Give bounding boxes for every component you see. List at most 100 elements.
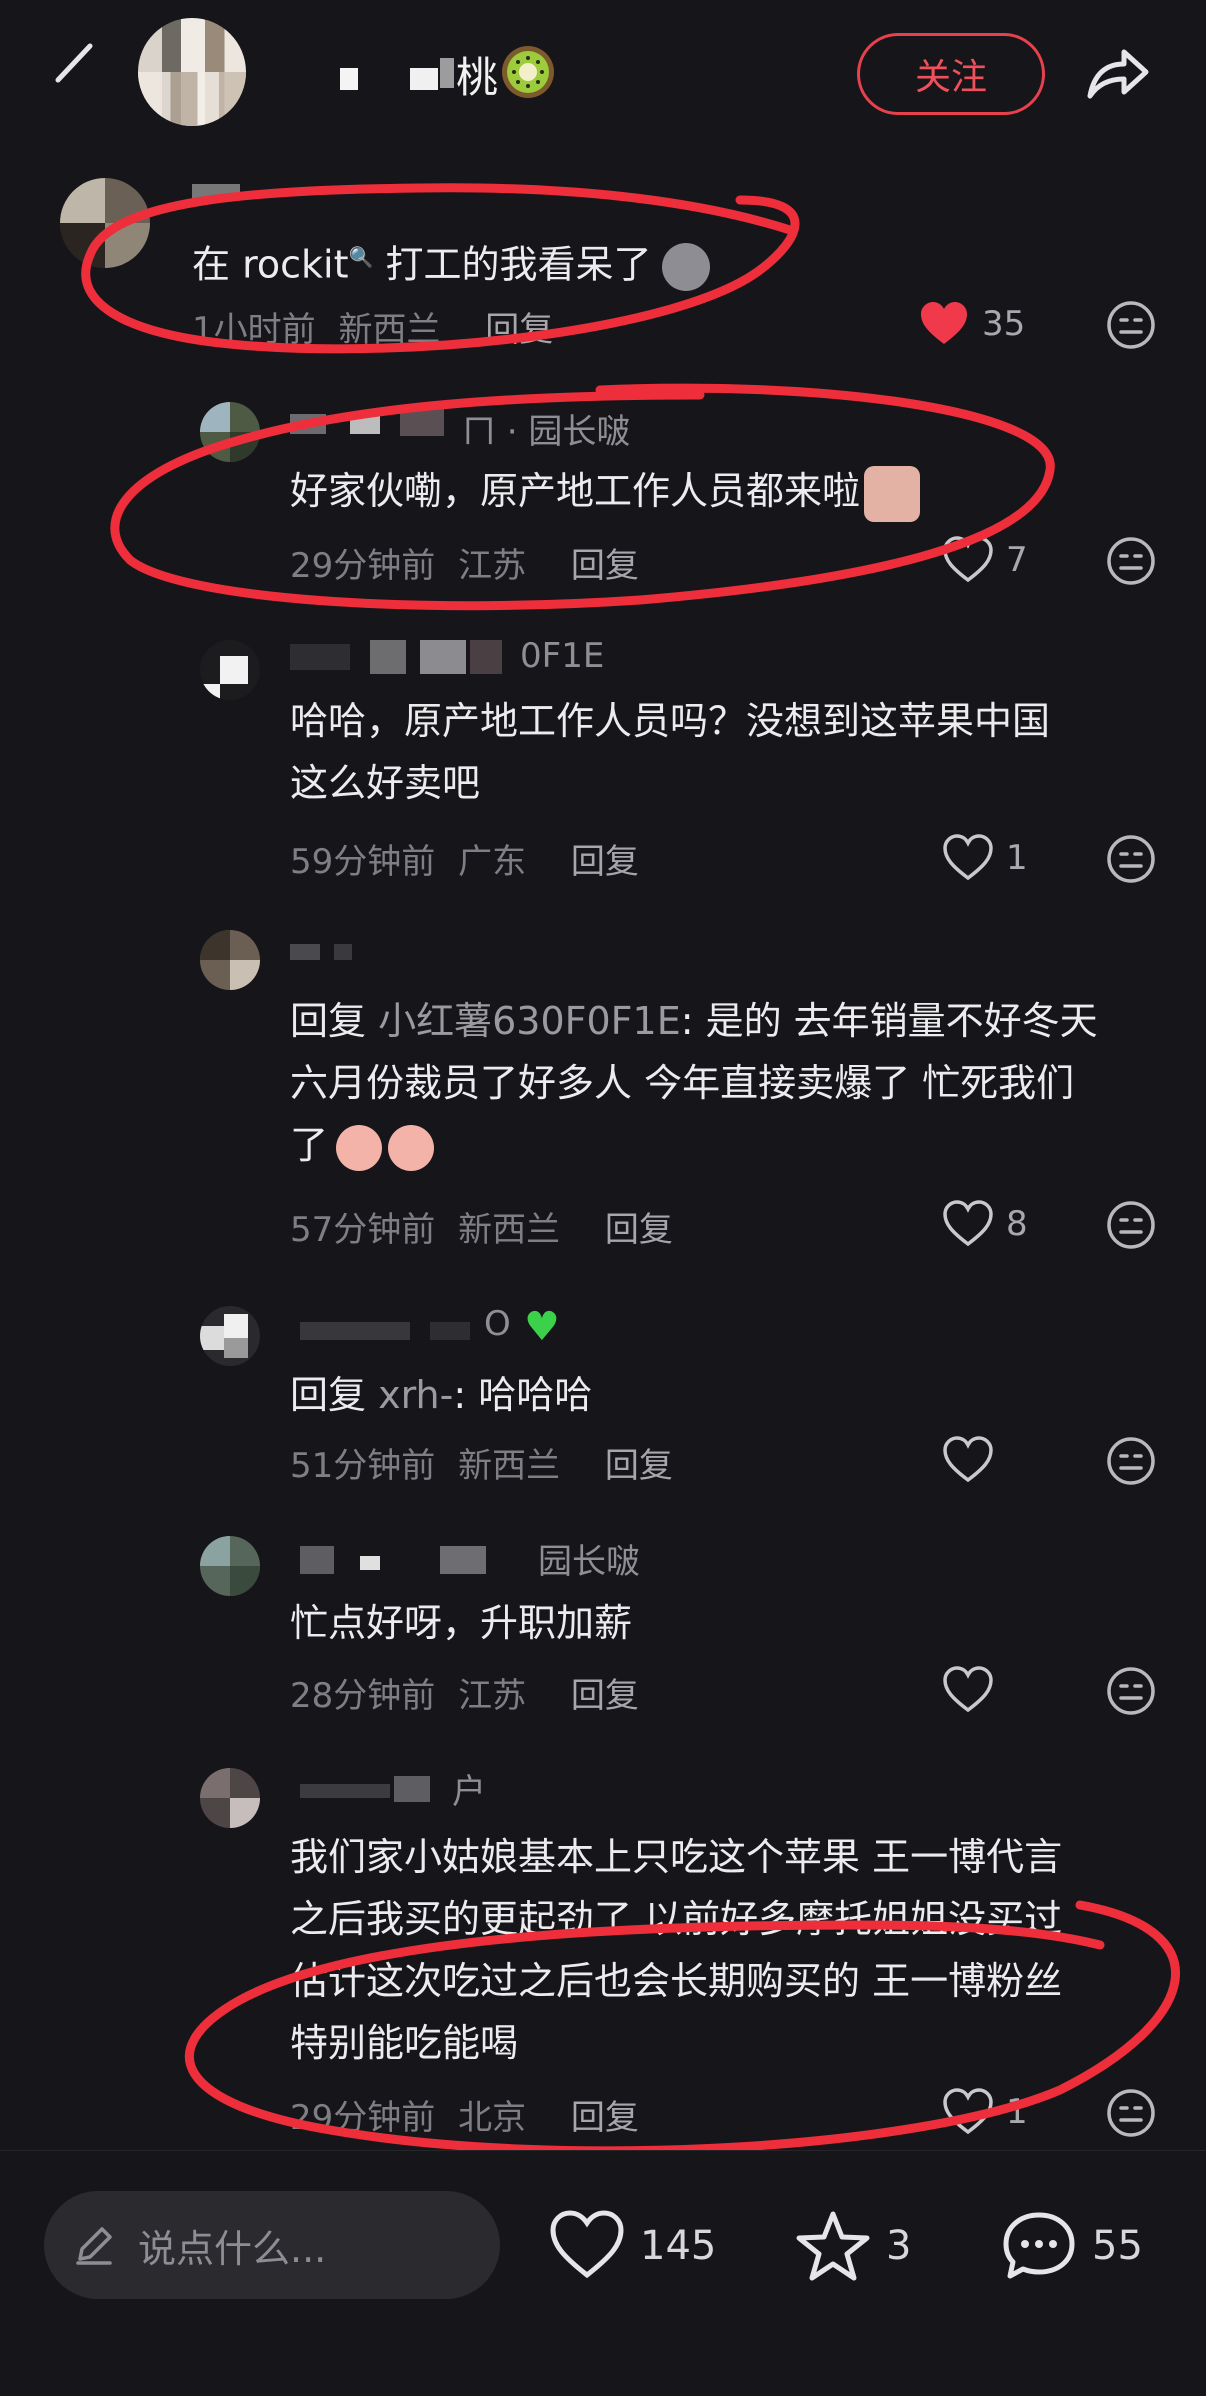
commenter-name[interactable]: O xyxy=(484,1304,511,1344)
comment-input-placeholder: 说点什么... xyxy=(138,2226,327,2271)
commenter-name-pixelated xyxy=(290,936,370,966)
commenter-name-pixelated xyxy=(290,640,520,674)
commenter-avatar[interactable] xyxy=(200,1768,260,1828)
back-arrow-icon[interactable] xyxy=(50,40,96,86)
commenter-name[interactable]: 园长啵 xyxy=(538,1534,640,1583)
commenter-avatar[interactable] xyxy=(200,640,260,700)
commenter-avatar[interactable] xyxy=(60,178,150,268)
commenter-name-pixelated xyxy=(290,408,460,438)
reply-button[interactable]: 回复 xyxy=(605,1210,673,1250)
commenter-avatar[interactable] xyxy=(200,402,260,462)
emoji-reaction-icon[interactable] xyxy=(1106,1666,1156,1716)
comment-input[interactable]: 说点什么... xyxy=(44,2191,500,2299)
like-total-button[interactable]: 145 xyxy=(548,2209,716,2283)
comment-meta: 1小时前 新西兰 回复 xyxy=(192,302,553,351)
reply-button[interactable]: 回复 xyxy=(571,546,639,586)
sticker-icon xyxy=(864,465,921,522)
emoji-reaction-icon[interactable] xyxy=(1106,1200,1156,1250)
reply-button[interactable]: 回复 xyxy=(571,2098,639,2138)
like-count: 1 xyxy=(1006,838,1028,878)
comment-text: 哈哈，原产地工作人员吗？没想到这苹果中国 这么好卖吧 xyxy=(290,699,1051,805)
sticker-icon xyxy=(661,243,710,292)
heart-icon xyxy=(943,1436,993,1483)
reply-target-user[interactable]: 小红薯630F0F1E xyxy=(378,999,681,1043)
comment-meta: 57分钟前 新西兰 回复 xyxy=(290,1202,673,1251)
crying-emoji-icon xyxy=(388,1124,435,1171)
reply-button[interactable]: 回复 xyxy=(571,842,639,882)
like-button[interactable]: 8 xyxy=(942,1200,1028,1248)
comment-meta: 29分钟前 北京 回复 xyxy=(290,2090,639,2139)
crying-emoji-icon xyxy=(336,1124,383,1171)
comment-item: 在 rockit🔍 打工的我看呆了 1小时前 新西兰 回复 35 xyxy=(0,170,1206,370)
comment-time: 51分钟前 xyxy=(290,1446,436,1486)
commenter-name[interactable]: 0F1E xyxy=(520,636,604,676)
comments-button[interactable]: 55 xyxy=(1000,2209,1143,2283)
comment-reply-item: 0F1E 哈哈，原产地工作人员吗？没想到这苹果中国 这么好卖吧 59分钟前 广东… xyxy=(0,620,1206,910)
comment-location: 江苏 xyxy=(458,1676,527,1716)
commenter-name[interactable]: 户 xyxy=(452,1764,486,1813)
like-button[interactable] xyxy=(942,1666,1006,1714)
comment-location: 新西兰 xyxy=(458,1446,561,1486)
commenter-avatar[interactable] xyxy=(200,1536,260,1596)
emoji-reaction-icon[interactable] xyxy=(1106,2088,1156,2138)
pen-icon xyxy=(76,2227,112,2265)
star-icon xyxy=(796,2211,870,2281)
heart-icon xyxy=(943,1200,993,1247)
share-icon[interactable] xyxy=(1084,44,1150,104)
comment-time: 1小时前 xyxy=(192,310,316,350)
author-avatar[interactable] xyxy=(138,18,246,126)
comment-text: 忙点好呀，升职加薪 xyxy=(290,1601,633,1645)
like-button[interactable] xyxy=(942,1436,1006,1484)
comment-meta: 28分钟前 江苏 回复 xyxy=(290,1668,639,1717)
comment-meta: 51分钟前 新西兰 回复 xyxy=(290,1438,673,1487)
top-bar: 桃 关注 xyxy=(0,0,1206,150)
comment-location: 新西兰 xyxy=(458,1210,561,1250)
author-name[interactable]: 桃 xyxy=(456,44,498,105)
comment-total-count: 55 xyxy=(1092,2223,1143,2269)
comment-meta: 29分钟前 江苏 回复 xyxy=(290,538,639,587)
like-count: 7 xyxy=(1006,540,1028,580)
emoji-reaction-icon[interactable] xyxy=(1106,834,1156,884)
commenter-name-pixelated xyxy=(192,180,252,210)
like-button[interactable]: 1 xyxy=(942,2088,1028,2136)
like-button[interactable]: 7 xyxy=(942,536,1028,584)
comment-reply-item: 户 我们家小姑娘基本上只吃这个苹果 王一博代言 之后我买的更起劲了 以前好多摩托… xyxy=(0,1750,1206,2138)
comment-time: 28分钟前 xyxy=(290,1676,436,1716)
reply-button[interactable]: 回复 xyxy=(605,1446,673,1486)
commenter-avatar[interactable] xyxy=(200,930,260,990)
commenter-name-pixelated xyxy=(290,1314,490,1344)
heart-icon xyxy=(550,2210,624,2279)
reply-button[interactable]: 回复 xyxy=(571,1676,639,1716)
collect-button[interactable]: 3 xyxy=(794,2209,911,2283)
comment-bubble-icon xyxy=(1003,2212,1075,2279)
note-comments-screen: 桃 关注 在 rockit🔍 打工的我看呆了 1小时前 新西兰 回复 35 ㄇ … xyxy=(0,0,1206,2396)
collect-count: 3 xyxy=(886,2223,912,2269)
comment-time: 57分钟前 xyxy=(290,1210,436,1250)
heart-icon xyxy=(943,834,993,881)
comment-location: 江苏 xyxy=(458,546,527,586)
reply-button[interactable]: 回复 xyxy=(485,310,553,350)
heart-icon xyxy=(943,2088,993,2135)
comment-time: 29分钟前 xyxy=(290,546,436,586)
follow-button[interactable]: 关注 xyxy=(857,33,1045,115)
comment-text: 回复 xrh-: 哈哈哈 xyxy=(290,1373,593,1417)
emoji-reaction-icon[interactable] xyxy=(1106,536,1156,586)
comment-meta: 59分钟前 广东 回复 xyxy=(290,834,639,883)
kiwi-icon xyxy=(502,46,554,98)
heart-icon xyxy=(943,536,993,583)
comment-reply-item: 回复 小红薯630F0F1E: 是的 去年销量不好冬天 六月份裁员了好多人 今年… xyxy=(0,920,1206,1260)
like-button[interactable]: 1 xyxy=(942,834,1028,882)
emoji-reaction-icon[interactable] xyxy=(1106,300,1156,350)
commenter-avatar[interactable] xyxy=(200,1306,260,1366)
comment-text: 在 rockit🔍 打工的我看呆了 xyxy=(192,226,1192,296)
emoji-reaction-icon[interactable] xyxy=(1106,1436,1156,1486)
comment-text: 好家伙嘞，原产地工作人员都来啦 xyxy=(290,460,1170,522)
like-button[interactable]: 35 xyxy=(918,300,1025,348)
reply-target-user[interactable]: xrh- xyxy=(378,1373,453,1417)
comment-location: 广东 xyxy=(458,842,527,882)
comment-text: 回复 小红薯630F0F1E: 是的 去年销量不好冬天 六月份裁员了好多人 今年… xyxy=(290,990,1170,1176)
commenter-name[interactable]: ㄇ · 园长啵 xyxy=(462,404,630,453)
like-count: 35 xyxy=(982,304,1026,344)
bottom-action-bar: 说点什么... 145 3 55 xyxy=(0,2150,1206,2396)
green-heart-icon: ♥ xyxy=(524,1304,560,1350)
